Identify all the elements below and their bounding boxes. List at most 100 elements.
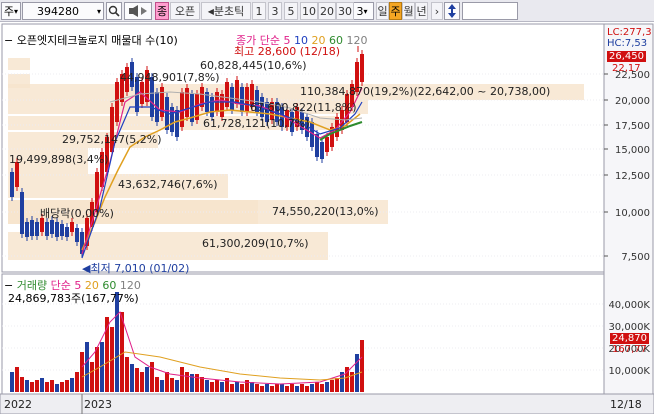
price-tick-label: 7,500 [621,252,650,263]
collapse-icon[interactable]: − [4,34,13,47]
mode-badge[interactable]: 종 [155,2,169,20]
volume-bar [90,362,94,392]
volume-bar [220,382,224,392]
side-price-tag: 22,17 [612,63,641,74]
interval-button-10[interactable]: 10 [300,2,318,20]
ma-period-120: 120 [346,34,368,47]
interval-button-30[interactable]: 30 [336,2,354,20]
speaker-icon [129,5,147,17]
volume-bar [290,384,294,392]
volume-bar [115,292,119,392]
volume-bar [60,382,64,392]
sort-toggle-button[interactable] [444,2,460,20]
volume-tick-label: 10,000K [608,366,650,377]
volume-bar [165,372,169,392]
volume-profile-label: 61,300,209(10,7%) [202,237,309,250]
next-arrow-button[interactable]: › [431,2,443,20]
low-note-text: 최저 7,010 (01/02) [90,262,190,275]
volume-tick-label: 30,000K [608,322,650,333]
volume-bar [120,312,124,392]
candle [185,88,189,117]
x-axis-label: 12/18 [610,398,642,411]
period-value: 3 [356,4,364,18]
volume-bar [155,377,159,392]
volume-bar [20,377,24,392]
stock-code-value: 394280 [37,4,79,18]
volume-bar [285,386,289,392]
market-label: 주 [3,5,15,18]
volume-bar [215,380,219,392]
period-unit-일[interactable]: 일 [376,2,389,20]
chevron-right-icon: › [434,4,440,18]
volume-bar [250,382,254,392]
stock-code-input[interactable]: 394280 ▾ [22,2,104,20]
volume-bar [135,368,139,392]
stock-name[interactable]: 오픈 [170,2,200,20]
volume-bar [55,384,59,392]
candle [50,220,54,234]
candle [320,142,324,159]
volume-bar [205,380,209,392]
market-select[interactable]: 주 ▾ [1,2,21,20]
search-button[interactable] [106,2,122,20]
volume-bar [50,380,54,392]
price-tick-label: 15,000 [615,145,650,156]
volume-profile-label: 110,384,870(19,2%)(22,642,00 ~ 20,738,00… [300,85,551,98]
volume-bar [130,364,134,392]
current-price-tag: 26,450 [607,51,646,62]
chevron-down-icon: ▾ [96,6,101,16]
date-input[interactable] [462,2,518,20]
volume-profile-label: 67,600,822(11,8%) [250,101,357,114]
volume-profile-label: 43,632,746(7,6%) [118,178,218,191]
volume-bar [25,380,29,392]
interval-selector[interactable]: ◀ 분초틱 [201,2,251,20]
volume-current-tag: 24,870 [610,333,649,344]
candle [60,224,64,236]
volume-bar [200,377,204,392]
toolbar: 주 ▾ 394280 ▾ 종 오픈 ◀ 분초틱 3 ▾ › 1 3 5 10 20 30 일 주 월 년 [0,0,654,22]
interval-button-20[interactable]: 20 [318,2,336,20]
period-unit-월[interactable]: 월 [402,2,415,20]
volume-bar [65,380,69,392]
volume-bar [85,342,89,392]
volume-bar [80,352,84,392]
volume-bar [185,372,189,392]
candle [210,97,214,117]
interval-button-1[interactable]: 1 [252,2,266,20]
updown-arrow-icon [448,4,456,18]
lc-label: LC:277,3 [607,27,652,38]
volume-bar [10,372,14,392]
candle [55,222,59,237]
interval-button-5[interactable]: 5 [284,2,298,20]
candle [75,228,79,242]
volume-bar [35,380,39,392]
volume-tick-label: 40,000K [608,300,650,311]
prev-stock-button[interactable] [124,2,152,20]
mode-badge-label: 종 [156,5,168,18]
price-tick-label: 17,500 [615,121,650,132]
volume-profile-label: 74,550,220(13,0%) [272,205,379,218]
volume-bar [150,362,154,392]
candle [360,54,364,82]
candle [225,82,229,107]
period-unit-년[interactable]: 년 [415,2,428,20]
volume-bar [195,374,199,392]
volume-bar [325,382,329,392]
volume-bar [235,382,239,392]
volume-bar [140,372,144,392]
volume-bar [175,380,179,392]
volume-bar [330,380,334,392]
period-unit-주[interactable]: 주 [389,2,402,20]
volume-bar [170,378,174,392]
price-legend: − 오픈엣지테크놀로지 매물대 수(10) [4,32,178,48]
volume-bar [75,372,79,392]
chart-area: 22,500 20,000 17,500 15,000 12,500 10,000 7,50… [0,22,654,414]
volume-bar [230,384,234,392]
volume-profile-label: 배당락(0,00%) [40,207,114,220]
volume-profile-label: 61,728,121(10,7%) [203,117,310,130]
price-tick-label: 20,000 [615,96,650,107]
interval-button-3[interactable]: 3 [268,2,282,20]
volume-bar [210,382,214,392]
candle [10,172,14,197]
candle [35,222,39,236]
